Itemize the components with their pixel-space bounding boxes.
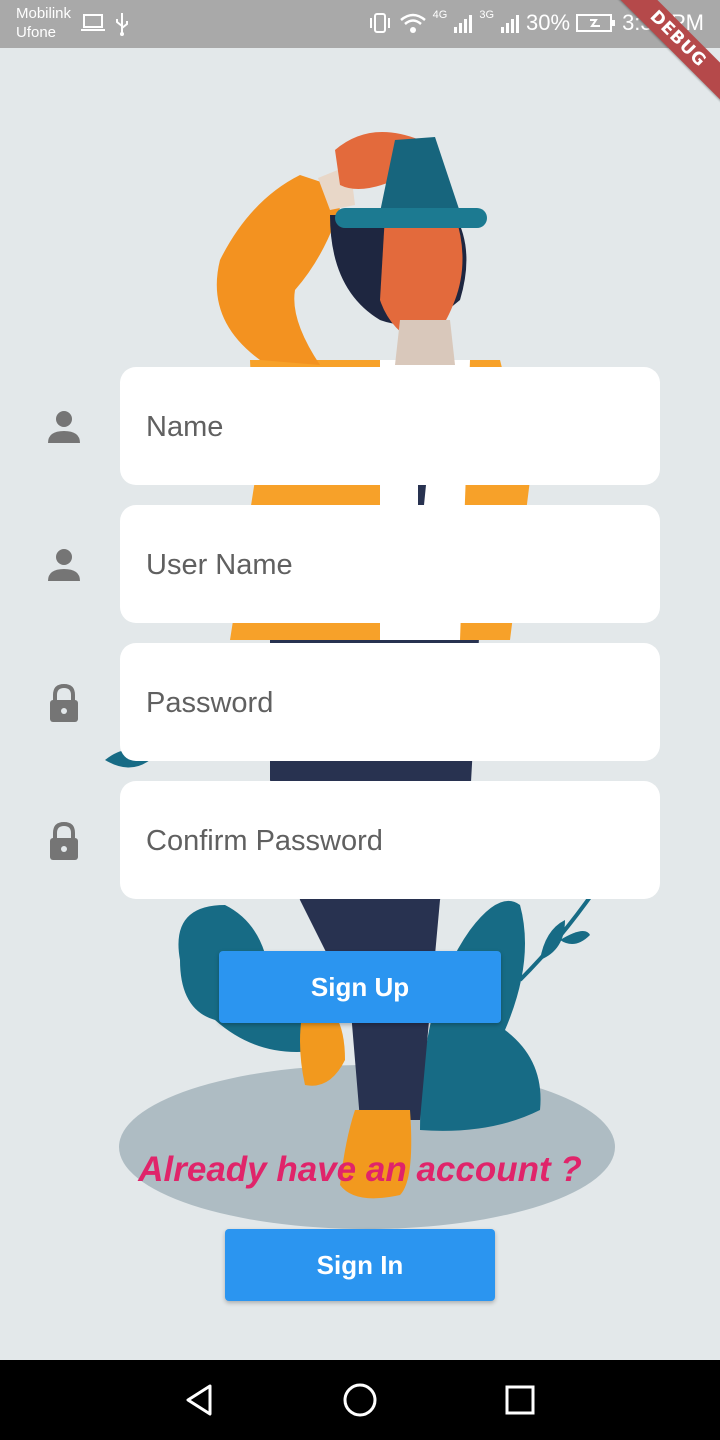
sign-up-button[interactable]: Sign Up (219, 951, 501, 1023)
hat-brim (335, 208, 487, 228)
lock-icon (50, 683, 78, 722)
laptop-icon (81, 14, 105, 31)
battery-percentage: 30% (526, 10, 571, 35)
carrier-primary: Mobilink (16, 5, 72, 22)
already-have-account-text: Already have an account ? (138, 1150, 582, 1189)
username-input[interactable] (144, 505, 638, 625)
carrier-info: Mobilink Ufone (16, 4, 71, 42)
username-field (120, 505, 660, 625)
name-field (120, 367, 660, 487)
battery-icon (576, 14, 616, 32)
signal-icon-2 (501, 15, 520, 33)
recents-icon[interactable] (500, 1380, 540, 1420)
username-row (0, 505, 720, 625)
wifi-icon (399, 13, 426, 33)
password-field (120, 643, 660, 763)
name-row (0, 367, 720, 487)
password-input[interactable] (144, 643, 638, 763)
network-type-2: 3G (479, 9, 495, 21)
sign-in-button[interactable]: Sign In (225, 1229, 495, 1301)
navigation-bar (0, 1360, 720, 1440)
carrier-secondary: Ufone (16, 24, 57, 41)
raised-arm (216, 175, 345, 365)
name-input[interactable] (144, 367, 638, 487)
usb-icon (116, 13, 128, 36)
notification-icons (80, 12, 130, 36)
password-row (0, 643, 720, 763)
lock-icon (50, 821, 78, 860)
signal-icon-1 (454, 15, 473, 33)
confirm-password-row (0, 781, 720, 901)
network-type-1: 4G (432, 9, 448, 21)
vibrate-icon (369, 13, 390, 33)
back-icon[interactable] (180, 1380, 220, 1420)
home-icon[interactable] (340, 1380, 380, 1420)
confirm-password-input[interactable] (144, 781, 638, 901)
person-icon (48, 549, 80, 581)
neck (395, 320, 455, 365)
person-icon (48, 411, 80, 443)
confirm-password-field (120, 781, 660, 901)
status-bar: Mobilink Ufone 4G 3G 30% DEBUG (0, 0, 720, 105)
